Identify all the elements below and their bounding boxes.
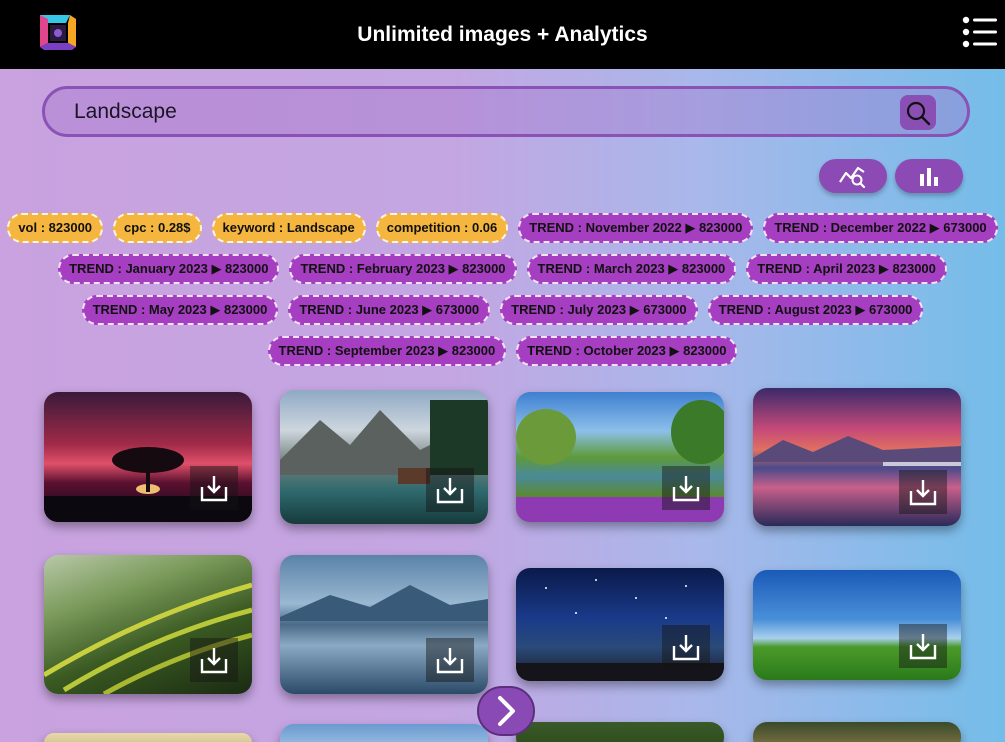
image-card-pink-sky-lake[interactable] [753,388,961,526]
image-card-partial[interactable] [44,733,252,742]
trend-tag: TREND : June 2023 ▶ 673000 [288,295,491,325]
download-button[interactable] [899,470,947,514]
trend-tag: TREND : May 2023 ▶ 823000 [81,295,279,325]
download-button[interactable] [190,466,238,510]
search-icon [906,101,931,125]
image-card-garden-river[interactable] [516,392,724,522]
download-button[interactable] [426,638,474,682]
download-icon [200,648,228,674]
image-card-partial[interactable] [516,722,724,742]
trend-tag: TREND : April 2023 ▶ 823000 [746,254,947,284]
next-page-button[interactable] [477,686,535,736]
stats-row: TREND : September 2023 ▶ 823000 TREND : … [0,336,1005,368]
download-icon [909,480,937,506]
trend-tag: TREND : October 2023 ▶ 823000 [516,336,738,366]
image-card-blue-mountain-lake[interactable] [280,555,488,694]
hamburger-menu-icon[interactable] [962,16,997,48]
download-icon [436,478,464,504]
page-title: Unlimited images + Analytics [357,22,648,46]
trend-tag: TREND : March 2023 ▶ 823000 [526,254,737,284]
bar-chart-icon [920,168,938,186]
download-icon [672,476,700,502]
stats-row: TREND : May 2023 ▶ 823000 TREND : June 2… [0,295,1005,327]
trend-tag: TREND : November 2022 ▶ 823000 [518,213,754,243]
stats-row: TREND : January 2023 ▶ 823000 TREND : Fe… [0,254,1005,286]
keyword-stats: vol : 823000 cpc : 0.28$ keyword : Lands… [0,213,1005,377]
stats-row: vol : 823000 cpc : 0.28$ keyword : Lands… [0,213,1005,245]
download-button[interactable] [899,624,947,668]
trend-tag: TREND : July 2023 ▶ 673000 [500,295,698,325]
trend-tag: TREND : February 2023 ▶ 823000 [289,254,517,284]
image-card-partial[interactable] [753,722,961,742]
download-button[interactable] [190,638,238,682]
download-icon [909,634,937,660]
trend-analytics-button[interactable] [819,159,887,193]
trend-tag: TREND : December 2022 ▶ 673000 [763,213,998,243]
header-bar: Unlimited images + Analytics [0,0,1005,69]
app-logo-icon[interactable] [36,13,78,51]
trend-tag: TREND : September 2023 ▶ 823000 [267,336,507,366]
search-input[interactable] [74,97,894,127]
download-button[interactable] [426,468,474,512]
chevron-right-icon [498,696,515,726]
search-button[interactable] [900,95,936,130]
image-card-partial[interactable] [280,724,488,742]
stat-cpc: cpc : 0.28$ [113,213,202,243]
download-icon [672,635,700,661]
search-bar [42,86,970,137]
download-button[interactable] [662,625,710,669]
image-card-sunset-tree[interactable] [44,392,252,522]
image-card-rice-terraces[interactable] [44,555,252,694]
trend-tag: TREND : August 2023 ▶ 673000 [707,295,924,325]
stat-keyword: keyword : Landscape [211,213,366,243]
stat-competition: competition : 0.06 [375,213,509,243]
download-button[interactable] [662,466,710,510]
trend-tag: TREND : January 2023 ▶ 823000 [58,254,280,284]
image-card-green-field[interactable] [753,570,961,680]
bar-chart-button[interactable] [895,159,963,193]
trend-analytics-icon [839,166,866,188]
stat-volume: vol : 823000 [7,213,104,243]
download-icon [436,648,464,674]
download-icon [200,476,228,502]
image-card-mountain-lake[interactable] [280,390,488,524]
image-card-night-sky[interactable] [516,568,724,681]
